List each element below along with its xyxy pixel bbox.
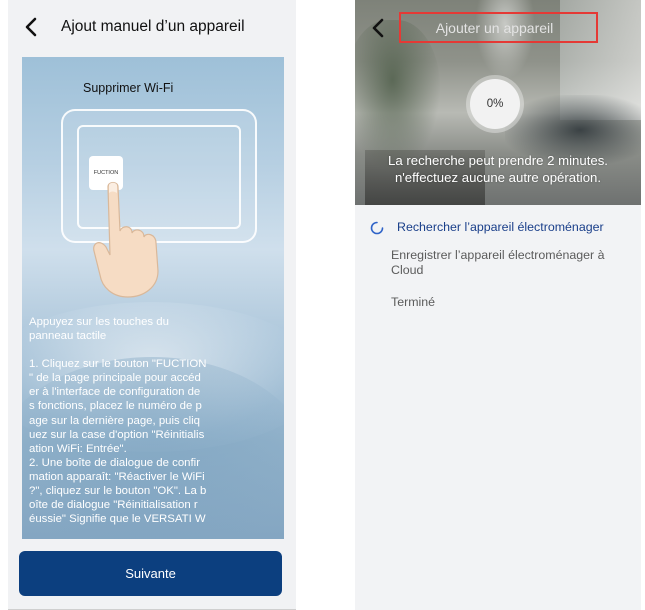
step-search-appliance: Rechercher l’appareil électroménager [397,220,604,234]
progress-value: 0% [486,98,504,110]
add-device-screen: Ajouter un appareil 0% La recherche peut… [355,0,641,610]
instruction-steps: 1. Cliquez sur le bouton "FUCTION " de l… [29,358,207,526]
page-title: Ajout manuel d’un appareil [61,18,245,35]
back-button[interactable] [18,14,44,40]
back-button[interactable] [367,15,389,41]
progress-indicator: 0% [470,79,520,129]
search-message-line-2: n'effectuez aucune autre opération. [394,170,602,185]
step-done: Terminé [391,295,436,309]
loading-spinner-icon [370,221,384,235]
search-message: La recherche peut prendre 2 minutes. n'e… [355,152,641,186]
finger-pointer-icon [93,181,159,298]
search-hero: Ajouter un appareil 0% La recherche peut… [355,0,641,205]
instruction-intro: Appuyez sur les touches du panneau tacti… [29,316,169,343]
step-register-cloud: Enregistrer l’appareil électroménager à … [391,248,605,277]
manual-add-screen: Ajout manuel d’un appareil Supprimer Wi-… [8,0,296,610]
next-button[interactable]: Suivante [19,551,282,596]
illustration-heading: Supprimer Wi-Fi [83,81,174,95]
instruction-text: Appuyez sur les touches du panneau tacti… [29,315,279,526]
search-message-line-1: La recherche peut prendre 2 minutes. [388,153,608,168]
chevron-left-icon [372,18,384,38]
chevron-left-icon [25,17,37,37]
instruction-illustration: Supprimer Wi-Fi FUCTION Appuyez sur les … [22,57,284,539]
header: Ajout manuel d’un appareil [8,0,296,54]
page-title: Ajouter un appareil [435,19,554,36]
title-highlight-box: Ajouter un appareil [399,12,598,43]
